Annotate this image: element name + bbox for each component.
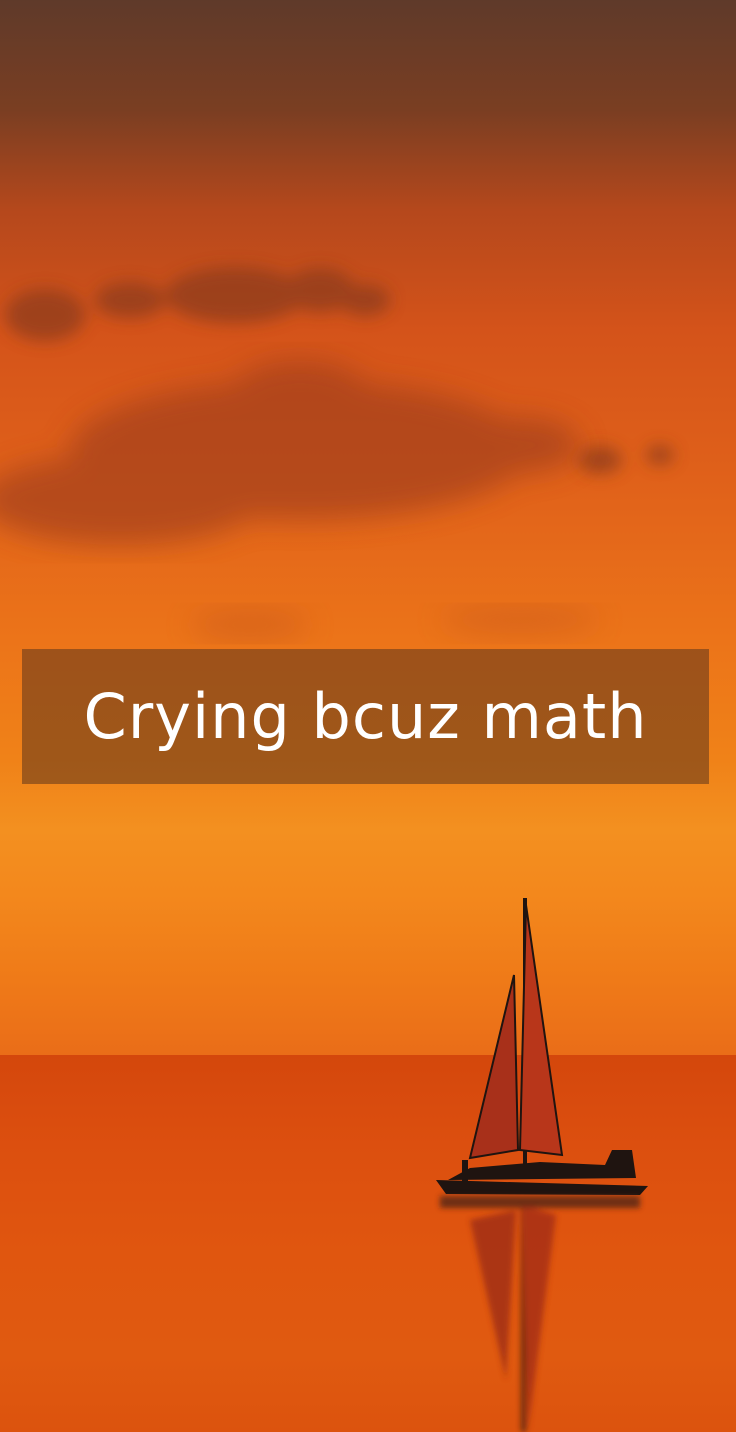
caption-text: Crying bcuz math <box>83 680 648 753</box>
sunset-photo: Crying bcuz math <box>0 0 736 1432</box>
caption-banner: Crying bcuz math <box>22 649 709 784</box>
